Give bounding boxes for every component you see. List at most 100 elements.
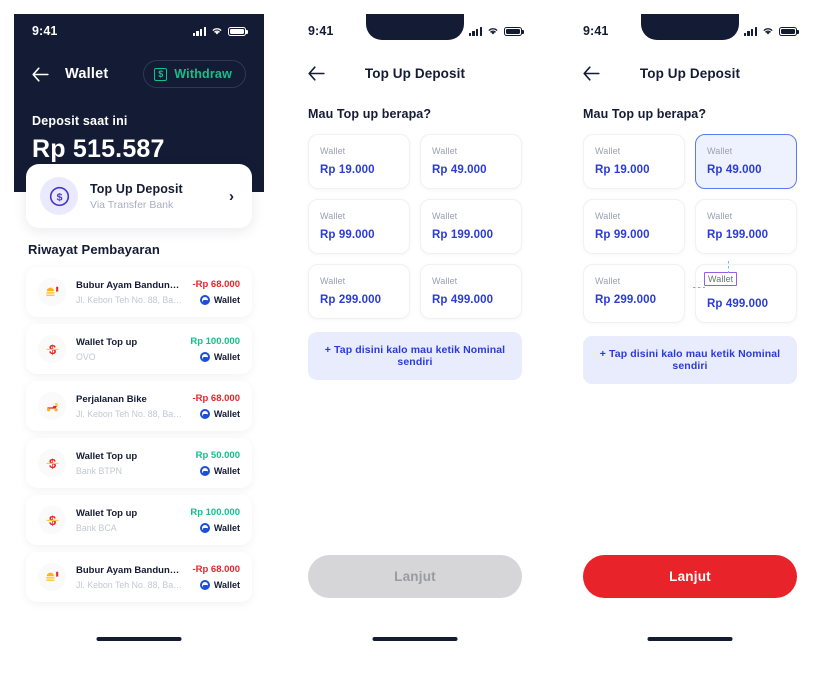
page-title: Top Up Deposit [639,66,741,81]
wallet-icon [199,580,210,590]
amount-option-299000[interactable]: Wallet Rp 299.000 [308,264,410,319]
amount-option-label: Wallet [595,276,621,286]
home-indicator [96,637,182,641]
status-time: 9:41 [308,24,334,38]
phone-screen-topup-selected: 9:41 Top Up Deposit Mau Top up berapa? W… [565,14,815,659]
table-row[interactable]: Perjalanan Bike Jl. Kebon Teh No. 88, Ba… [26,381,252,431]
wifi-icon [762,26,774,36]
amount-option-value: Rp 499.000 [432,294,494,306]
transaction-meta: Rp 100.000 Wallet [190,507,240,533]
wifi-icon [211,26,223,36]
amount-option-49000-selected[interactable]: Wallet Rp 49.000 [695,134,797,189]
money-note-icon: $ [154,67,168,81]
transaction-address: OVO [76,351,96,362]
table-row[interactable]: $ Wallet Top up Bank BTPN Rp 50.000 Wall… [26,438,252,488]
amount-option-value: Rp 99.000 [320,229,375,241]
amount-option-199000[interactable]: Wallet Rp 199.000 [420,199,522,254]
amount-option-199000[interactable]: Wallet Rp 199.000 [695,199,797,254]
design-selection-marker: Wallet [693,261,738,289]
transaction-name: Wallet Top up [76,336,138,348]
wallet-icon [199,409,210,419]
amount-option-label: Wallet [595,146,621,156]
amount-option-label: Wallet [320,211,346,221]
transaction-source-label: Wallet [213,580,240,590]
custom-nominal-button[interactable]: + Tap disini kalo mau ketik Nominal send… [583,336,797,384]
back-arrow-icon[interactable] [308,66,325,81]
amount-option-label: Wallet [707,146,733,156]
amount-option-19000[interactable]: Wallet Rp 19.000 [308,134,410,189]
wallet-icon [199,352,210,362]
transaction-meta: -Rp 68.000 Wallet [192,564,240,590]
home-indicator [647,637,733,641]
amount-option-49000[interactable]: Wallet Rp 49.000 [420,134,522,189]
status-time: 9:41 [32,24,58,38]
transaction-address: Jl. Kebon Teh No. 88, Bandun... [76,408,183,419]
table-row[interactable]: Bubur Ayam Bandung Bara... Jl. Kebon Teh… [26,267,252,317]
back-arrow-icon[interactable] [583,66,600,81]
dollar-coin-icon: $ [40,177,78,215]
transaction-address: Bank BTPN [76,465,122,476]
page-title: Wallet [65,66,109,82]
screens-canvas: 9:41 Wallet $ Withdraw Deposit saat ini … [0,0,828,673]
battery-icon [228,26,248,36]
transaction-info: Bubur Ayam Bandung Bara... Jl. Kebon Teh… [76,565,182,590]
dollar-icon: $ [38,335,66,363]
phone-screen-wallet: 9:41 Wallet $ Withdraw Deposit saat ini … [14,14,264,659]
wifi-icon [487,26,499,36]
status-bar: 9:41 [290,14,540,48]
amount-option-99000[interactable]: Wallet Rp 99.000 [308,199,410,254]
amount-option-499000[interactable]: Wallet Rp 499.000 [420,264,522,319]
table-row[interactable]: $ Wallet Top up Bank BCA Rp 100.000 Wall… [26,495,252,545]
wallet-icon [199,523,210,533]
amount-option-299000[interactable]: Wallet Rp 299.000 [583,264,685,323]
svg-text:$: $ [56,191,62,203]
continue-button-disabled: Lanjut [308,555,522,598]
battery-icon [779,26,799,36]
amount-option-value: Rp 99.000 [595,229,650,241]
withdraw-label: Withdraw [174,67,232,81]
transaction-address: Jl. Kebon Teh No. 88, Bandun... [76,579,183,590]
signal-bars-icon [468,26,482,36]
amount-option-label: Wallet [320,146,346,156]
transaction-meta: -Rp 68.000 Wallet [192,279,240,305]
status-icons [743,26,799,36]
transaction-source: Wallet [192,580,240,590]
topup-navbar: Top Up Deposit [565,48,815,81]
battery-icon [504,26,524,36]
continue-button[interactable]: Lanjut [583,555,797,598]
amount-option-value: Rp 19.000 [320,164,375,176]
transaction-name: Bubur Ayam Bandung Bara... [76,279,182,291]
top-up-deposit-card[interactable]: $ Top Up Deposit Via Transfer Bank › [26,164,252,228]
transaction-meta: -Rp 68.000 Wallet [192,393,240,419]
amount-option-99000[interactable]: Wallet Rp 99.000 [583,199,685,254]
phone-screen-topup-empty: 9:41 Top Up Deposit Mau Top up berapa? W… [290,14,540,659]
amount-option-19000[interactable]: Wallet Rp 19.000 [583,134,685,189]
status-bar: 9:41 [14,14,264,48]
transaction-info: Bubur Ayam Bandung Bara... Jl. Kebon Teh… [76,280,182,305]
amount-question: Mau Top up berapa? [308,107,432,121]
withdraw-button[interactable]: $ Withdraw [143,60,246,88]
amount-option-499000[interactable]: Wallet Rp 499.000 [693,261,797,323]
table-row[interactable]: $ Wallet Top up OVO Rp 100.000 Wallet [26,324,252,374]
food-icon [38,563,66,591]
amount-option-value: Rp 499.000 [707,298,769,310]
amount-option-value: Rp 49.000 [707,164,762,176]
custom-nominal-button[interactable]: + Tap disini kalo mau ketik Nominal send… [308,332,522,380]
food-icon [38,278,66,306]
guide-line-vertical [728,261,730,273]
amount-option-value: Rp 299.000 [320,294,382,306]
transaction-amount: Rp 50.000 [195,450,240,461]
signal-bars-icon [743,26,757,36]
bike-icon [38,392,66,420]
wallet-header: 9:41 Wallet $ Withdraw Deposit saat ini … [14,14,264,228]
amount-grid: Wallet Rp 19.000 Wallet Rp 49.000 Wallet… [290,121,540,319]
amount-option-label: Wallet [320,276,346,286]
transaction-name: Wallet Top up [76,450,138,462]
transaction-name: Bubur Ayam Bandung Bara... [76,564,182,576]
transaction-address: Bank BCA [76,522,117,533]
table-row[interactable]: Bubur Ayam Bandung Bara... Jl. Kebon Teh… [26,552,252,602]
balance-label: Deposit saat ini [32,114,128,128]
transaction-amount: Rp 100.000 [190,336,240,347]
balance-amount: Rp 515.587 [32,135,165,163]
back-arrow-icon[interactable] [32,66,49,82]
